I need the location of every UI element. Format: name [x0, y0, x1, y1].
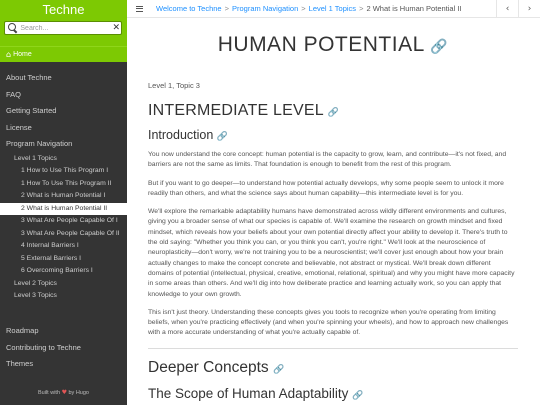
menu-icon[interactable]: [131, 0, 147, 18]
sidebar-item-topic[interactable]: 4 Internal Barriers I: [0, 240, 127, 253]
top-bar: Welcome to Techne > Program Navigation >…: [127, 0, 540, 18]
sidebar: Techne ✕ ⌂ Home About Techne FAQ Getting…: [0, 0, 127, 405]
search-input[interactable]: [20, 24, 112, 32]
sidebar-item-topic[interactable]: 5 External Barriers I: [0, 253, 127, 266]
breadcrumb-separator: >: [224, 4, 229, 13]
page-title-text: HUMAN POTENTIAL: [217, 33, 424, 56]
sidebar-item-topic[interactable]: 1 How To Use This Program II: [0, 178, 127, 191]
page-nav: ‹ ›: [496, 0, 540, 18]
sidebar-item-program-navigation[interactable]: Program Navigation: [0, 136, 127, 153]
prev-page-button[interactable]: ‹: [496, 0, 518, 18]
main-content: HUMAN POTENTIAL 🔗 Level 1, Topic 3 INTER…: [127, 19, 540, 405]
breadcrumb-current: 2 What is Human Potential II: [366, 4, 462, 13]
paragraph: This isn't just theory. Understanding th…: [148, 308, 509, 337]
sidebar-item-level2-topics[interactable]: Level 2 Topics: [0, 278, 127, 291]
link-icon[interactable]: 🔗: [430, 39, 448, 55]
sidebar-item-topic[interactable]: 6 Overcoming Barriers I: [0, 265, 127, 278]
paragraph: We'll explore the remarkable adaptabilit…: [148, 208, 515, 298]
hamburger-icon: [135, 5, 143, 12]
heading-text: INTERMEDIATE LEVEL: [148, 102, 324, 119]
heading-deeper-concepts: Deeper Concepts 🔗: [148, 359, 518, 377]
heading-introduction: Introduction 🔗: [148, 128, 518, 142]
link-icon[interactable]: 🔗: [217, 132, 228, 142]
sidebar-item-topic[interactable]: 3 What Are People Capable Of II: [0, 228, 127, 241]
sidebar-item-about[interactable]: About Techne: [0, 70, 127, 87]
breadcrumb-separator: >: [359, 4, 364, 13]
heading-scope-adaptability: The Scope of Human Adaptability 🔗: [148, 386, 518, 401]
home-label: Home: [13, 51, 32, 58]
link-icon[interactable]: 🔗: [352, 391, 363, 401]
sidebar-item-getting-started[interactable]: Getting Started: [0, 103, 127, 120]
sidebar-item-contributing[interactable]: Contributing to Techne: [0, 340, 127, 357]
search-icon: [7, 22, 18, 34]
sidebar-item-level1-topics[interactable]: Level 1 Topics: [0, 153, 127, 166]
heading-text: Deeper Concepts: [148, 358, 269, 376]
home-link[interactable]: ⌂ Home: [0, 46, 127, 62]
heading-text: Introduction: [148, 128, 214, 142]
home-icon: ⌂: [6, 50, 12, 59]
breadcrumb: Welcome to Techne > Program Navigation >…: [156, 4, 462, 13]
breadcrumb-link[interactable]: Welcome to Techne: [156, 4, 222, 13]
sidebar-item-license[interactable]: License: [0, 120, 127, 137]
brand-title[interactable]: Techne: [0, 2, 127, 17]
close-icon[interactable]: ✕: [112, 23, 121, 33]
page-title: HUMAN POTENTIAL 🔗: [148, 33, 518, 63]
sidebar-item-roadmap[interactable]: Roadmap: [0, 323, 127, 340]
sidebar-item-topic[interactable]: 1 How to Use This Program I: [0, 165, 127, 178]
sidebar-nav-bottom: Roadmap Contributing to Techne Themes: [0, 323, 127, 373]
link-icon[interactable]: 🔗: [328, 108, 339, 118]
divider: [148, 347, 518, 349]
heading-intermediate-level: INTERMEDIATE LEVEL 🔗: [148, 102, 518, 120]
next-page-button[interactable]: ›: [518, 0, 540, 18]
search-box[interactable]: ✕: [4, 21, 122, 35]
sidebar-item-topic[interactable]: 3 What Are People Capable Of I: [0, 215, 127, 228]
sidebar-item-level3-topics[interactable]: Level 3 Topics: [0, 290, 127, 303]
sidebar-item-faq[interactable]: FAQ: [0, 87, 127, 104]
sidebar-item-topic-active[interactable]: 2 What is Human Potential II: [0, 202, 127, 215]
link-icon[interactable]: 🔗: [273, 365, 284, 375]
breadcrumb-link[interactable]: Level 1 Topics: [309, 4, 356, 13]
footer-credit: Built with ♥ by Hugo: [0, 389, 127, 396]
paragraph: You now understand the core concept: hum…: [148, 151, 507, 169]
footer-built: Built with: [38, 390, 61, 396]
heading-text: The Scope of Human Adaptability: [148, 385, 349, 401]
footer-by[interactable]: by Hugo: [68, 390, 89, 396]
page-subtitle: Level 1, Topic 3: [148, 81, 200, 90]
sidebar-item-topic[interactable]: 2 What is Human Potential I: [0, 190, 127, 203]
breadcrumb-link[interactable]: Program Navigation: [232, 4, 298, 13]
sidebar-item-themes[interactable]: Themes: [0, 356, 127, 373]
heart-icon: ♥: [61, 389, 67, 396]
paragraph: But if you want to go deeper—to understa…: [148, 179, 504, 197]
sidebar-nav: About Techne FAQ Getting Started License…: [0, 70, 127, 303]
breadcrumb-separator: >: [301, 4, 306, 13]
brand-header: Techne ✕: [0, 0, 127, 46]
